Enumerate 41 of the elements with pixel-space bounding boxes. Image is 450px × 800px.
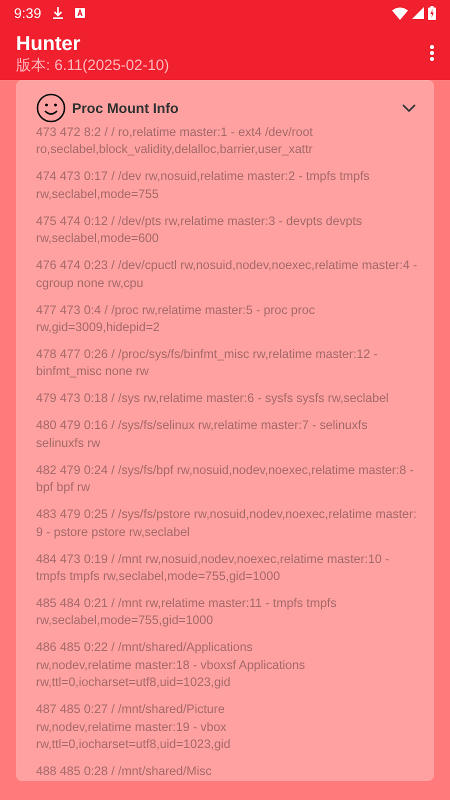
- mount-line: rw,ttl=0,iocharset=utf8,uid=1023,gid: [36, 674, 230, 692]
- download-icon: [53, 7, 64, 19]
- mount-line: rw,seclabel,mode=755,gid=1000: [36, 612, 214, 630]
- mount-line: binfmt_misc none rw: [36, 363, 149, 380]
- mount-line: cgroup none rw,cpu: [36, 274, 144, 292]
- smiley-icon: [36, 93, 66, 123]
- battery-icon: [428, 6, 436, 20]
- mount-line: 482 479 0:24 / /sys/fs/bpf rw,nosuid,nodev,noexec,relatime master:8 -: [36, 462, 414, 479]
- version-label: 版本: 6.11(2025-02-10): [16, 56, 170, 74]
- mount-line: 488 485 0:28 / /mnt/shared/Misc: [36, 763, 212, 780]
- app-notification-icon: [75, 8, 86, 18]
- signal-icon: [412, 7, 424, 19]
- mount-line: 483 479 0:25 / /sys/fs/pstore rw,nosuid,nodev,noexec,relatime master:: [36, 506, 416, 524]
- mount-line: rw,ttl=0,iocharset=utf8,uid=1023,gid: [36, 736, 230, 754]
- mount-line: 477 473 0:4 / /proc rw,relatime master:5 - proc proc: [36, 302, 315, 319]
- mount-line: rw,nodev,relatime master:18 - vboxsf Applications: [36, 656, 306, 674]
- mount-line: 485 484 0:21 / /mnt rw,relatime master:11 - tmpfs tmpfs: [36, 595, 336, 612]
- mount-line: rw,seclabel,mode=600: [36, 230, 159, 248]
- mount-line: bpf bpf rw: [36, 479, 90, 496]
- mount-line: rw,nodev,relatime master:19 - vbox: [36, 718, 226, 736]
- mount-line: 479 473 0:18 / /sys rw,relatime master:6 - sysfs sysfs rw,seclabel: [36, 390, 389, 408]
- mount-line: 9 - pstore pstore rw,seclabel: [36, 524, 190, 541]
- mount-line: 480 479 0:16 / /sys/fs/selinux rw,relatime master:7 - selinuxfs: [36, 417, 368, 434]
- mount-line: 473 472 8:2 / / ro,relatime master:1 - ext4 /dev/root: [36, 124, 313, 141]
- mount-line: 475 474 0:12 / /dev/pts rw,relatime master:3 - devpts devpts: [36, 212, 362, 230]
- chevron-icon[interactable]: [400, 102, 418, 114]
- mount-line: selinuxfs rw: [36, 434, 100, 452]
- mount-line: 474 473 0:17 / /dev rw,nosuid,relatime master:2 - tmpfs tmpfs: [36, 168, 370, 186]
- mount-line: 478 477 0:26 / /proc/sys/fs/binfmt_misc rw,relatime master:12 -: [36, 346, 378, 364]
- mount-line: ro,seclabel,block_validity,delalloc,barrier,user_xattr: [36, 141, 313, 158]
- mount-line: rw,seclabel,mode=755: [36, 186, 159, 203]
- app-title: Hunter: [16, 32, 82, 56]
- mount-line: tmpfs tmpfs rw,seclabel,mode=755,gid=1000: [36, 568, 280, 586]
- card-title: Proc Mount Info: [72, 100, 180, 116]
- mount-line: 487 485 0:27 / /mnt/shared/Picture: [36, 701, 225, 718]
- mount-line: 476 474 0:23 / /dev/cpuctl rw,nosuid,nodev,noexec,relatime master:4 -: [36, 257, 418, 274]
- mount-line: 484 473 0:19 / /mnt rw,nosuid,nodev,noexec,relatime master:10 -: [36, 550, 390, 568]
- clock: 9:39: [14, 5, 42, 21]
- wifi-icon: [392, 6, 408, 20]
- mount-line: 486 485 0:22 / /mnt/shared/Applications: [36, 639, 253, 656]
- mount-line: rw,gid=3009,hidepid=2: [36, 319, 160, 336]
